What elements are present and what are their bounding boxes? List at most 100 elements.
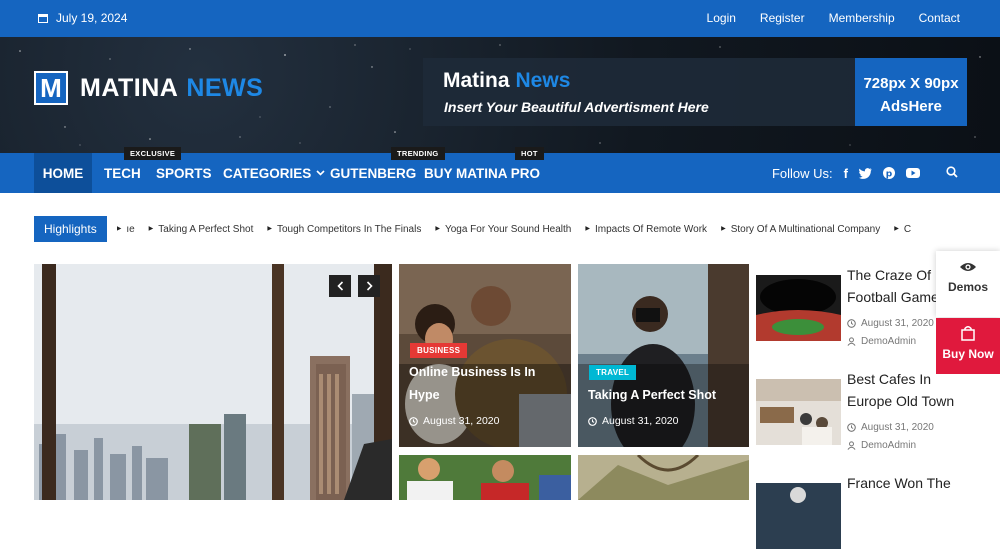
post-card-sports[interactable] — [399, 455, 571, 500]
facebook-icon[interactable]: f — [844, 166, 848, 181]
contact-link[interactable]: Contact — [919, 11, 960, 25]
featured-slider[interactable] — [34, 264, 392, 500]
post-card-business[interactable]: BUSINESS Online Business Is In Hype Augu… — [399, 264, 571, 447]
logo-word-matina: MATINA — [80, 73, 179, 102]
sidebar-title-line: Europe Old Town — [847, 393, 955, 409]
cafe-image — [756, 379, 841, 445]
logo-wordmark: MATINA NEWS — [80, 74, 263, 103]
nav-categories[interactable]: CATEGORIES — [223, 153, 325, 193]
site-logo[interactable]: M MATINA NEWS — [34, 71, 263, 105]
sidebar-post-date: August 31, 2020 — [847, 318, 934, 329]
category-badge-business[interactable]: BUSINESS — [410, 343, 468, 358]
date-text: July 19, 2024 — [56, 11, 128, 25]
sidebar-date-text: August 31, 2020 — [861, 422, 934, 433]
site-header: M MATINA NEWS Matina News Insert Your Be… — [0, 37, 1000, 153]
post-title[interactable]: Taking A Perfect Shot — [588, 384, 716, 407]
football-image — [756, 483, 841, 549]
post-card-outdoor[interactable] — [578, 455, 749, 500]
top-links: Login Register Membership Contact — [707, 11, 960, 25]
logo-mark: M — [34, 71, 68, 105]
user-icon — [847, 337, 856, 346]
shopping-bag-icon — [961, 326, 975, 341]
sidebar-post-thumb[interactable] — [756, 275, 841, 341]
clock-icon — [409, 416, 418, 426]
sidebar-author-text[interactable]: DemoAdmin — [861, 440, 916, 451]
chevron-down-icon — [316, 170, 325, 176]
buy-now-label: Buy Now — [942, 347, 994, 361]
youtube-icon[interactable] — [906, 168, 920, 178]
ad-title-news: News — [515, 69, 571, 92]
slider-next-button[interactable] — [358, 275, 380, 297]
sidebar-title-line: The Craze Of — [847, 267, 932, 283]
ad-subtitle: Insert Your Beautiful Advertisment Here — [444, 99, 709, 115]
highlights-label: Highlights — [34, 216, 107, 242]
post-date-text: August 31, 2020 — [423, 415, 500, 427]
post-title-line: Taking A Perfect Shot — [588, 388, 717, 402]
ad-title-matina: Matina — [443, 69, 510, 92]
ad-size-box: 728px X 90px AdsHere — [855, 58, 967, 126]
ticker-item[interactable]: C — [894, 224, 911, 235]
ticker-item[interactable]: Tough Competitors In The Finals — [267, 224, 421, 235]
sidebar-post-title[interactable]: Best Cafes In Europe Old Town — [847, 368, 954, 412]
sidebar-post-author: DemoAdmin — [847, 440, 916, 451]
clock-icon — [847, 319, 856, 328]
ad-size-text: 728px X 90px — [863, 75, 959, 92]
sidebar-author-text[interactable]: DemoAdmin — [861, 336, 916, 347]
sidebar-post-author: DemoAdmin — [847, 336, 916, 347]
nav-buy-pro-label: BUY MATINA PRO — [424, 165, 541, 181]
outdoor-image — [578, 455, 749, 500]
search-icon[interactable] — [946, 166, 958, 178]
hot-badge: HOT — [515, 147, 544, 160]
pinterest-icon[interactable]: p — [883, 167, 895, 179]
sidebar-post-title[interactable]: France Won The — [847, 472, 951, 494]
sidebar-post[interactable]: France Won The — [756, 472, 1000, 549]
ticker-item[interactable]: Taking A Perfect Shot — [149, 224, 253, 235]
nav-tech-label: TECH — [104, 165, 141, 181]
clock-icon — [847, 423, 856, 432]
city-window-image — [34, 264, 392, 500]
sidebar-title-line: Football Game — [847, 289, 939, 305]
ticker-items: ıe Taking A Perfect Shot Tough Competito… — [117, 224, 911, 235]
register-link[interactable]: Register — [760, 11, 805, 25]
demos-button[interactable]: Demos — [936, 251, 1000, 317]
nav-gutenberg-label: GUTENBERG — [330, 165, 417, 181]
post-title[interactable]: Online Business Is In Hype — [409, 361, 535, 407]
current-date: July 19, 2024 — [38, 11, 127, 25]
ticker-item[interactable]: ıe — [117, 224, 134, 235]
top-bar: July 19, 2024 Login Register Membership … — [0, 0, 1000, 37]
buy-now-button[interactable]: Buy Now — [936, 318, 1000, 374]
login-link[interactable]: Login — [707, 11, 736, 25]
stadium-image — [756, 275, 841, 341]
slider-prev-button[interactable] — [329, 275, 351, 297]
sidebar-post-thumb[interactable] — [756, 379, 841, 445]
post-date-text: August 31, 2020 — [602, 415, 679, 427]
chevron-right-icon — [366, 281, 373, 291]
sidebar-date-text: August 31, 2020 — [861, 318, 934, 329]
highlights-ticker: Highlights ıe Taking A Perfect Shot Toug… — [34, 216, 934, 242]
ad-adshere-text: AdsHere — [880, 98, 942, 115]
ticker-item[interactable]: Story Of A Multinational Company — [721, 224, 881, 235]
nav-home[interactable]: HOME — [34, 153, 92, 193]
user-icon — [847, 441, 856, 450]
nav-sports-label: SPORTS — [156, 165, 212, 181]
post-date: August 31, 2020 — [409, 415, 499, 427]
sidebar-post-thumb[interactable] — [756, 483, 841, 549]
calendar-icon — [38, 14, 48, 23]
nav-sports[interactable]: SPORTS — [156, 153, 212, 193]
follow-us-label: Follow Us: — [771, 165, 833, 181]
ticker-item[interactable]: Impacts Of Remote Work — [585, 224, 707, 235]
membership-link[interactable]: Membership — [829, 11, 895, 25]
clock-icon — [588, 416, 597, 426]
sidebar-post[interactable]: Best Cafes In Europe Old Town August 31,… — [756, 368, 1000, 454]
sidebar-title-line: France Won The — [847, 475, 951, 491]
chevron-left-icon — [336, 281, 343, 291]
nav-home-label: HOME — [42, 165, 84, 181]
nav-categories-label: CATEGORIES — [223, 165, 312, 181]
post-card-travel[interactable]: TRAVEL Taking A Perfect Shot August 31, … — [578, 264, 749, 447]
category-badge-travel[interactable]: TRAVEL — [589, 365, 637, 380]
ad-title: Matina News — [443, 69, 570, 93]
header-ad-banner[interactable]: Matina News Insert Your Beautiful Advert… — [423, 58, 967, 126]
ticker-item[interactable]: Yoga For Your Sound Health — [435, 224, 571, 235]
sidebar-post-title[interactable]: The Craze Of Football Game — [847, 264, 939, 308]
twitter-icon[interactable] — [859, 167, 872, 179]
